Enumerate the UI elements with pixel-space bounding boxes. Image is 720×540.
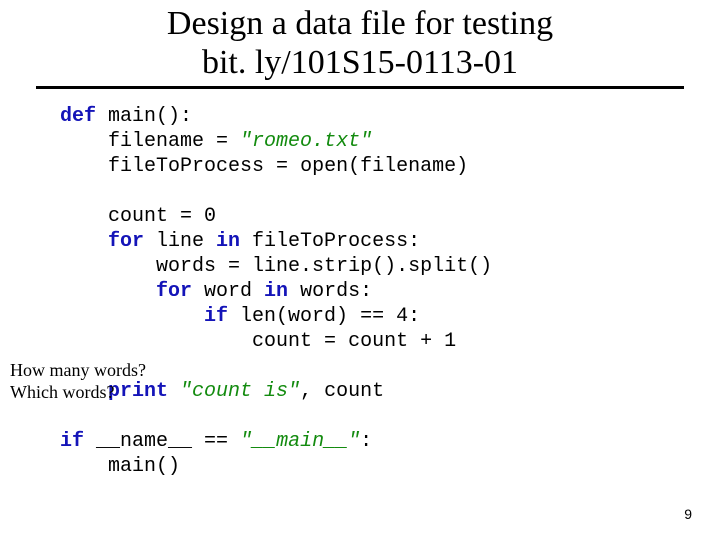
code-text: , count bbox=[300, 380, 384, 403]
code-text: line bbox=[144, 230, 216, 253]
code-text: word bbox=[192, 280, 264, 303]
op-assign: = bbox=[228, 255, 240, 278]
code-text: fileToProcess bbox=[60, 155, 276, 178]
str-romeo: "romeo.txt" bbox=[228, 130, 372, 153]
slide-title: Design a data file for testing bit. ly/1… bbox=[0, 0, 720, 89]
op-assign: = bbox=[216, 130, 228, 153]
num-four: 4 bbox=[384, 305, 408, 328]
kw-in: in bbox=[216, 230, 240, 253]
code-text: words: bbox=[288, 280, 372, 303]
title-line-1: Design a data file for testing bbox=[0, 4, 720, 43]
op-eq: == bbox=[360, 305, 384, 328]
page-number: 9 bbox=[684, 506, 692, 522]
code-block: def main(): filename = "romeo.txt" fileT… bbox=[60, 104, 492, 479]
title-line-2: bit. ly/101S15-0113-01 bbox=[0, 43, 720, 82]
code-text: words bbox=[60, 255, 228, 278]
code-text: __name__ bbox=[84, 430, 204, 453]
op-assign: = bbox=[324, 330, 336, 353]
kw-in: in bbox=[264, 280, 288, 303]
annotation-line-1: How many words? bbox=[10, 360, 146, 382]
annotation-line-2: Which words? bbox=[10, 382, 146, 404]
op-assign: = bbox=[276, 155, 288, 178]
op-eq: == bbox=[204, 430, 228, 453]
kw-for: for bbox=[60, 230, 144, 253]
code-text: count bbox=[336, 330, 420, 353]
str-main: "__main__" bbox=[228, 430, 360, 453]
num-one: 1 bbox=[432, 330, 456, 353]
code-text: count bbox=[60, 330, 324, 353]
code-text: len(word) bbox=[228, 305, 360, 328]
title-underline bbox=[36, 86, 684, 89]
code-text: : bbox=[360, 430, 372, 453]
code-text: : bbox=[408, 305, 420, 328]
kw-def: def bbox=[60, 105, 96, 128]
code-text: main() bbox=[60, 455, 180, 478]
side-annotation: How many words? Which words? bbox=[10, 360, 146, 403]
code-text: line.strip().split() bbox=[240, 255, 492, 278]
code-text: fileToProcess: bbox=[240, 230, 420, 253]
str-countis: "count is" bbox=[168, 380, 300, 403]
fn-main: main(): bbox=[96, 105, 192, 128]
code-text: filename bbox=[60, 130, 216, 153]
num-zero: 0 bbox=[192, 205, 216, 228]
kw-if: if bbox=[60, 430, 84, 453]
op-plus: + bbox=[420, 330, 432, 353]
code-text: open(filename) bbox=[288, 155, 468, 178]
op-assign: = bbox=[180, 205, 192, 228]
code-text: count bbox=[60, 205, 180, 228]
kw-if: if bbox=[60, 305, 228, 328]
kw-for: for bbox=[60, 280, 192, 303]
